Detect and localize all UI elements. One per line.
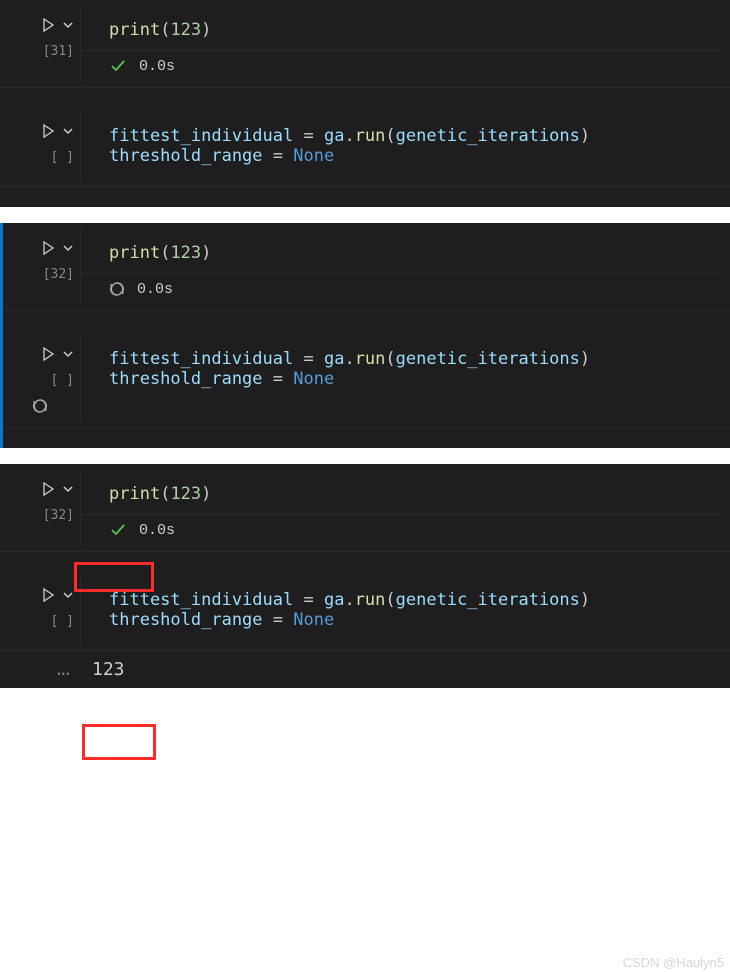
exec-time: 0.0s xyxy=(137,281,173,298)
exec-count: [ ] xyxy=(51,614,74,629)
code-cell[interactable]: fittest_individual = ga.run(genetic_iter… xyxy=(80,112,724,180)
notebook-panel: [31] print(123) 0.0s [ ] fittest_individ… xyxy=(0,0,730,207)
chevron-down-icon[interactable] xyxy=(62,348,74,360)
exec-time: 0.0s xyxy=(139,522,175,539)
play-icon[interactable] xyxy=(40,481,56,497)
code-cell[interactable]: fittest_individual = ga.run(genetic_iter… xyxy=(80,335,724,421)
status-row: 0.0s xyxy=(81,514,724,545)
code-line[interactable]: fittest_individual = ga.run(genetic_iter… xyxy=(109,349,712,369)
chevron-down-icon[interactable] xyxy=(62,19,74,31)
play-icon[interactable] xyxy=(40,240,56,256)
check-icon xyxy=(109,57,127,75)
code-line[interactable]: print(123) xyxy=(109,20,712,40)
exec-time: 0.0s xyxy=(139,58,175,75)
watermark: CSDN @Haulyn5 xyxy=(623,955,724,970)
code-line[interactable]: fittest_individual = ga.run(genetic_iter… xyxy=(109,590,712,610)
exec-count: [31] xyxy=(43,44,74,59)
code-line[interactable]: threshold_range = None xyxy=(109,146,712,166)
play-icon[interactable] xyxy=(40,123,56,139)
cell-gutter: [31] xyxy=(0,0,80,87)
cell-gutter: [ ] xyxy=(0,329,80,427)
code-line[interactable]: threshold_range = None xyxy=(109,610,712,630)
active-cell-indicator xyxy=(0,223,3,448)
cell-gutter: [ ] xyxy=(0,570,80,650)
spin-icon xyxy=(109,281,125,297)
check-icon xyxy=(109,521,127,539)
cell-gutter: [32] xyxy=(0,223,80,310)
notebook-panel: [32] print(123) 0.0s [ ] fittest_individ… xyxy=(0,464,730,688)
status-row: 0.0s xyxy=(81,273,724,304)
chevron-down-icon[interactable] xyxy=(62,589,74,601)
exec-count: [ ] xyxy=(51,373,74,388)
code-cell[interactable]: print(123) xyxy=(81,229,724,273)
cell-gutter: [ ] xyxy=(0,106,80,186)
exec-count: [32] xyxy=(43,508,74,523)
play-icon[interactable] xyxy=(40,346,56,362)
code-cell[interactable]: print(123) xyxy=(81,6,724,50)
code-line[interactable]: fittest_individual = ga.run(genetic_iter… xyxy=(109,126,712,146)
chevron-down-icon[interactable] xyxy=(62,242,74,254)
status-row: 0.0s xyxy=(81,50,724,81)
output-row: … 123 xyxy=(0,651,730,688)
code-line[interactable]: threshold_range = None xyxy=(109,369,712,389)
play-icon[interactable] xyxy=(40,17,56,33)
cell-gutter: [32] xyxy=(0,464,80,551)
output-text: 123 xyxy=(80,651,730,688)
play-icon[interactable] xyxy=(40,587,56,603)
code-line[interactable]: print(123) xyxy=(109,243,712,263)
notebook-panel: [32] print(123) 0.0s [ ] fittest_individ… xyxy=(0,223,730,448)
more-icon[interactable]: … xyxy=(57,657,72,682)
highlight-box xyxy=(82,724,156,760)
exec-count: [ ] xyxy=(51,150,74,165)
exec-count: [32] xyxy=(43,267,74,282)
code-line[interactable]: print(123) xyxy=(109,484,712,504)
code-cell[interactable]: fittest_individual = ga.run(genetic_iter… xyxy=(80,576,724,644)
chevron-down-icon[interactable] xyxy=(62,125,74,137)
chevron-down-icon[interactable] xyxy=(62,483,74,495)
spin-icon xyxy=(32,398,48,414)
code-cell[interactable]: print(123) xyxy=(81,470,724,514)
